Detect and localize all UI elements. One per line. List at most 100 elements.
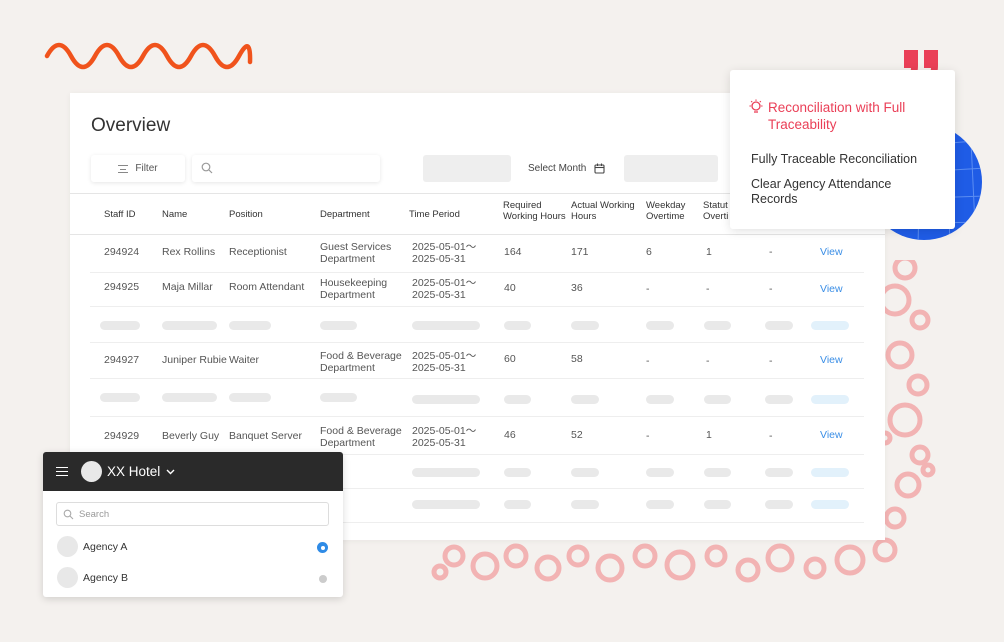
placeholder-bar: [811, 468, 849, 477]
staff-name: Rex Rollins: [162, 246, 216, 258]
decorative-squiggle: [44, 42, 253, 70]
placeholder-bar: [412, 321, 480, 330]
table-row: 294925 Maja Millar Room Attendant Housek…: [90, 273, 864, 307]
other-value: -: [769, 246, 773, 258]
table-row: 294924 Rex Rollins Receptionist Guest Se…: [90, 235, 864, 273]
statutory-overtime: -: [706, 355, 710, 367]
callout-title: Reconciliation with Full Traceability: [768, 100, 906, 132]
hotel-name[interactable]: XX Hotel: [107, 464, 160, 479]
placeholder-bar: [765, 468, 793, 477]
radio-unselected[interactable]: [319, 575, 327, 583]
callout-line: Fully Traceable Reconciliation: [751, 152, 918, 166]
placeholder-bar: [704, 500, 731, 509]
weekday-overtime: -: [646, 283, 650, 295]
placeholder-bar: [811, 500, 849, 509]
agency-label: Agency A: [83, 541, 128, 553]
required-hours: 60: [504, 353, 516, 365]
statutory-overtime: 1: [706, 246, 712, 258]
position: Waiter: [229, 354, 259, 366]
filter-button[interactable]: Filter: [91, 155, 185, 182]
table-row: 294927 Juniper Rubie Waiter Food & Bever…: [90, 343, 864, 379]
calendar-icon: [594, 163, 605, 174]
placeholder-bar: [765, 395, 793, 404]
placeholder-control: [423, 155, 511, 182]
menu-icon[interactable]: [56, 467, 68, 476]
hotel-avatar: [81, 461, 102, 482]
placeholder-bar: [229, 321, 271, 330]
month-select[interactable]: Select Month: [520, 155, 616, 182]
placeholder-bar: [412, 395, 480, 404]
column-header: Weekday Overtime: [646, 200, 686, 222]
radio-selected[interactable]: [317, 542, 328, 553]
staff-name: Maja Millar: [162, 281, 213, 293]
time-period: 2025-05-01～ 2025-05-31: [412, 425, 477, 449]
placeholder-bar: [100, 321, 140, 330]
placeholder-control: [624, 155, 718, 182]
placeholder-bar: [504, 321, 531, 330]
placeholder-bar: [229, 393, 271, 402]
column-header: Required Working Hours: [503, 200, 566, 222]
view-link[interactable]: View: [820, 283, 843, 295]
page-title: Overview: [91, 115, 171, 136]
statutory-overtime: -: [706, 283, 710, 295]
view-link[interactable]: View: [820, 429, 843, 441]
chevron-down-icon[interactable]: [166, 469, 175, 475]
placeholder-bar: [704, 468, 731, 477]
time-period: 2025-05-01～ 2025-05-31: [412, 277, 477, 301]
staff-id: 294927: [104, 354, 140, 366]
department: Guest Services Department: [320, 241, 392, 265]
required-hours: 164: [504, 246, 522, 258]
agency-selector-panel: XX Hotel Search Agency A Agency B: [43, 452, 343, 597]
agency-search-input[interactable]: Search: [56, 502, 329, 526]
placeholder-bar: [646, 321, 674, 330]
placeholder-bar: [571, 468, 599, 477]
other-value: -: [769, 283, 773, 295]
column-header: Actual Working Hours: [571, 200, 635, 222]
agency-option[interactable]: Agency A: [56, 535, 329, 559]
month-select-label: Select Month: [528, 163, 587, 174]
department: Food & Beverage Department: [320, 425, 402, 449]
required-hours: 40: [504, 282, 516, 294]
staff-id: 294925: [104, 281, 140, 293]
search-icon: [63, 509, 74, 520]
actual-hours: 58: [571, 353, 583, 365]
filter-icon: [118, 164, 129, 173]
column-header: Position: [229, 209, 263, 220]
placeholder-bar: [100, 393, 140, 402]
department: Food & Beverage Department: [320, 350, 402, 374]
required-hours: 46: [504, 429, 516, 441]
placeholder-bar: [571, 395, 599, 404]
placeholder-bar: [412, 500, 480, 509]
view-link[interactable]: View: [820, 354, 843, 366]
time-period: 2025-05-01～ 2025-05-31: [412, 241, 477, 265]
column-header: Time Period: [409, 209, 460, 220]
weekday-overtime: -: [646, 355, 650, 367]
agency-option[interactable]: Agency B: [56, 566, 329, 590]
placeholder-bar: [504, 500, 531, 509]
department: Housekeeping Department: [320, 277, 388, 301]
view-link[interactable]: View: [820, 246, 843, 258]
actual-hours: 171: [571, 246, 589, 258]
position: Banquet Server: [229, 430, 302, 442]
placeholder-bar: [571, 500, 599, 509]
avatar: [57, 567, 78, 588]
placeholder-bar: [504, 395, 531, 404]
placeholder-bar: [811, 395, 849, 404]
column-header: Staff ID: [104, 209, 136, 220]
placeholder-bar: [504, 468, 531, 477]
placeholder-bar: [646, 468, 674, 477]
staff-id: 294929: [104, 430, 140, 442]
time-period: 2025-05-01～ 2025-05-31: [412, 350, 477, 374]
placeholder-bar: [646, 395, 674, 404]
agency-label: Agency B: [83, 572, 128, 584]
table-row-placeholder: [90, 379, 864, 417]
placeholder-bar: [704, 395, 731, 404]
filter-label: Filter: [135, 163, 158, 174]
search-input[interactable]: [192, 155, 380, 182]
column-header: Department: [320, 209, 370, 220]
avatar: [57, 536, 78, 557]
placeholder-bar: [412, 468, 480, 477]
weekday-overtime: -: [646, 430, 650, 442]
actual-hours: 36: [571, 282, 583, 294]
placeholder-bar: [765, 321, 793, 330]
